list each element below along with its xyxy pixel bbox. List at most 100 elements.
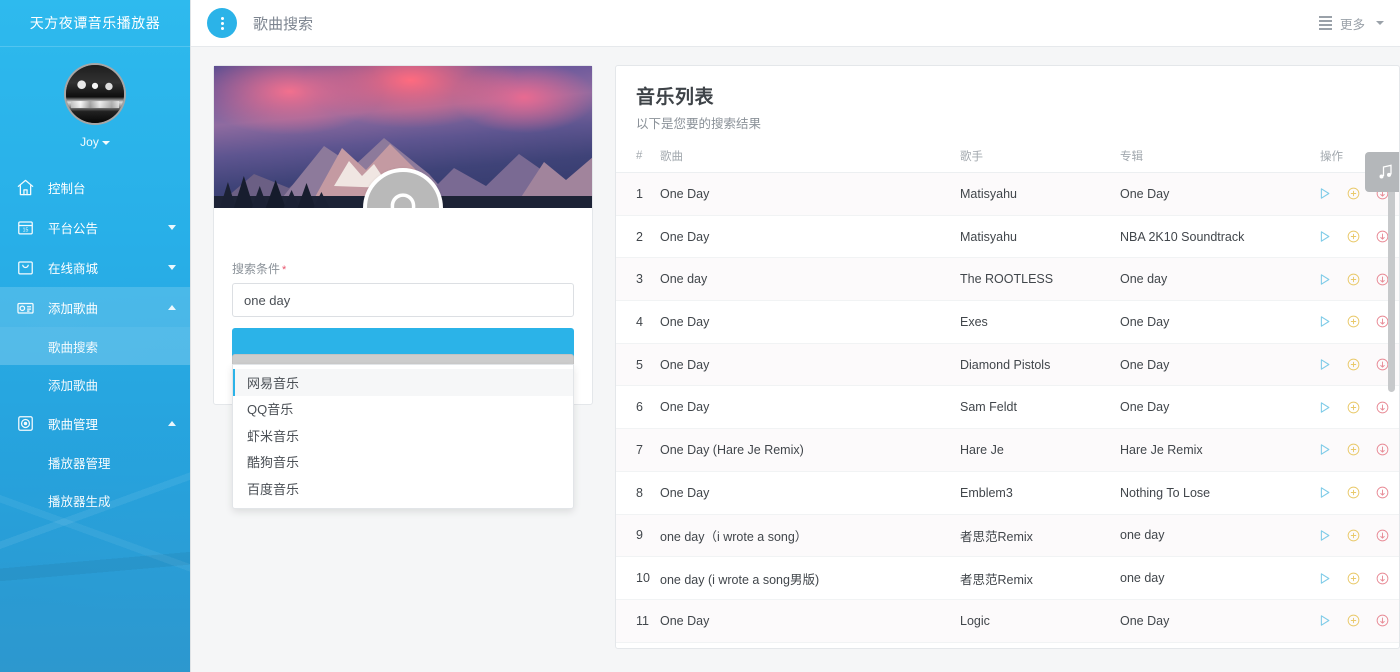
add-circle-icon[interactable] [1346, 314, 1361, 329]
cell-artist: Logic [960, 599, 1120, 642]
add-circle-icon[interactable] [1346, 485, 1361, 500]
table-row[interactable]: 10one day (i wrote a song男版)者思范Remixone … [616, 557, 1399, 600]
dropdown-option-xiami[interactable]: 虾米音乐 [233, 422, 573, 449]
download-circle-icon[interactable] [1375, 485, 1390, 500]
table-row[interactable]: 11One DayLogicOne Day [616, 599, 1399, 642]
dropdown-option-netease-label: 网易音乐 [247, 373, 299, 392]
play-icon[interactable] [1320, 229, 1332, 244]
cell-album: Hare Je Remix [1120, 429, 1320, 472]
play-icon[interactable] [1320, 400, 1332, 415]
sidebar-subitem-player-generate[interactable]: 播放器生成 [0, 481, 190, 519]
cell-song: one day (i wrote a song男版) [660, 557, 960, 600]
play-icon[interactable] [1320, 571, 1332, 586]
cell-album: One Day [1120, 386, 1320, 429]
play-icon[interactable] [1320, 357, 1332, 372]
add-circle-icon[interactable] [1346, 528, 1361, 543]
cell-actions [1320, 599, 1399, 642]
cell-artist: Hare Je [960, 429, 1120, 472]
play-icon[interactable] [1320, 272, 1332, 287]
sidebar-item-song-manage[interactable]: 歌曲管理 [0, 403, 190, 443]
table-row[interactable]: 6One DaySam FeldtOne Day [616, 386, 1399, 429]
add-circle-icon[interactable] [1346, 272, 1361, 287]
cell-artist: Matisyahu [960, 215, 1120, 258]
table-row[interactable]: 3One dayThe ROOTLESSOne day [616, 258, 1399, 301]
dropdown-option-qq[interactable]: QQ音乐 [233, 396, 573, 423]
table-scrollbar-track[interactable] [1389, 142, 1397, 649]
table-row[interactable]: 1One DayMatisyahuOne Day [616, 173, 1399, 216]
cell-index: 3 [616, 258, 660, 301]
cell-song: One Day [660, 599, 960, 642]
sidebar-item-store[interactable]: 在线商城 [0, 247, 190, 287]
play-icon[interactable] [1320, 528, 1332, 543]
brand-title: 天方夜谭音乐播放器 [0, 0, 190, 47]
table-row[interactable]: 9one day（i wrote a song）者思范Remixone day [616, 514, 1399, 557]
sidebar-subitem-song-search[interactable]: 歌曲搜索 [0, 327, 190, 365]
avatar[interactable] [64, 63, 126, 125]
table-row[interactable]: 4One DayExesOne Day [616, 301, 1399, 344]
download-circle-icon[interactable] [1375, 400, 1390, 415]
dropdown-option-qq-label: QQ音乐 [247, 399, 293, 418]
dropdown-option-baidu[interactable]: 百度音乐 [233, 475, 573, 502]
music-table-body: 1One DayMatisyahuOne Day2One DayMatisyah… [616, 173, 1399, 643]
download-circle-icon[interactable] [1375, 442, 1390, 457]
dropdown-option-baidu-label: 百度音乐 [247, 479, 299, 498]
table-row[interactable]: 8One DayEmblem3Nothing To Lose [616, 471, 1399, 514]
sidebar-item-console[interactable]: 控制台 [0, 167, 190, 207]
add-circle-icon[interactable] [1346, 442, 1361, 457]
music-table-scroll-area[interactable]: # 歌曲 歌手 专辑 操作 1One DayMatisyahuOne Day2O… [616, 142, 1399, 649]
page-title: 歌曲搜索 [253, 13, 313, 34]
cell-artist: 者思范Remix [960, 557, 1120, 600]
search-condition-input[interactable] [232, 283, 574, 317]
cell-song: one day（i wrote a song） [660, 514, 960, 557]
sidebar-item-announcements[interactable]: 15 平台公告 [0, 207, 190, 247]
cell-index: 8 [616, 471, 660, 514]
sidebar-item-add-song-label: 添加歌曲 [48, 298, 162, 317]
more-vertical-icon[interactable] [207, 8, 237, 38]
add-circle-icon[interactable] [1346, 613, 1361, 628]
profile-name-menu[interactable]: Joy [0, 135, 190, 149]
profile-name-label: Joy [80, 135, 99, 149]
dropdown-option-netease[interactable]: 网易音乐 [233, 369, 573, 396]
banner-image [214, 66, 592, 208]
add-circle-icon[interactable] [1346, 186, 1361, 201]
dropdown-option-xiami-label: 虾米音乐 [247, 426, 299, 445]
cell-index: 2 [616, 215, 660, 258]
dropdown-option-kugou[interactable]: 酷狗音乐 [233, 449, 573, 476]
download-circle-icon[interactable] [1375, 613, 1390, 628]
add-circle-icon[interactable] [1346, 571, 1361, 586]
music-table: # 歌曲 歌手 专辑 操作 1One DayMatisyahuOne Day2O… [616, 142, 1399, 643]
cell-song: One Day [660, 471, 960, 514]
add-circle-icon[interactable] [1346, 229, 1361, 244]
play-icon[interactable] [1320, 442, 1332, 457]
download-circle-icon[interactable] [1375, 571, 1390, 586]
table-row[interactable]: 5One DayDiamond PistolsOne Day [616, 343, 1399, 386]
play-icon[interactable] [1320, 485, 1332, 500]
cell-song: One Day [660, 343, 960, 386]
column-header-artist: 歌手 [960, 142, 1120, 173]
main-area: 歌曲搜索 更多 [190, 0, 1400, 672]
table-row[interactable]: 2One DayMatisyahuNBA 2K10 Soundtrack [616, 215, 1399, 258]
sidebar-subitem-add-song[interactable]: 添加歌曲 [0, 365, 190, 403]
table-row[interactable]: 7One Day (Hare Je Remix)Hare JeHare Je R… [616, 429, 1399, 472]
download-circle-icon[interactable] [1375, 528, 1390, 543]
sidebar-subitem-player-manage[interactable]: 播放器管理 [0, 443, 190, 481]
play-icon[interactable] [1320, 613, 1332, 628]
cell-artist: Sam Feldt [960, 386, 1120, 429]
topbar: 歌曲搜索 更多 [191, 0, 1400, 47]
column-header-album: 专辑 [1120, 142, 1320, 173]
sidebar-subitem-add-song-label: 添加歌曲 [48, 375, 98, 394]
add-circle-icon[interactable] [1346, 400, 1361, 415]
sidebar-item-add-song[interactable]: 添加歌曲 [0, 287, 190, 327]
play-icon[interactable] [1320, 186, 1332, 201]
search-card: 搜索条件* 搜索类型* 网易音乐 [213, 65, 593, 405]
play-icon[interactable] [1320, 314, 1332, 329]
calendar-icon: 15 [14, 216, 36, 238]
cell-index: 5 [616, 343, 660, 386]
home-icon [14, 176, 36, 198]
more-menu-button[interactable]: 更多 [1319, 14, 1384, 33]
chevron-up-icon [168, 421, 176, 426]
music-notes-icon[interactable] [1365, 152, 1400, 192]
cell-artist: Diamond Pistols [960, 343, 1120, 386]
add-circle-icon[interactable] [1346, 357, 1361, 372]
cell-artist: Emblem3 [960, 471, 1120, 514]
